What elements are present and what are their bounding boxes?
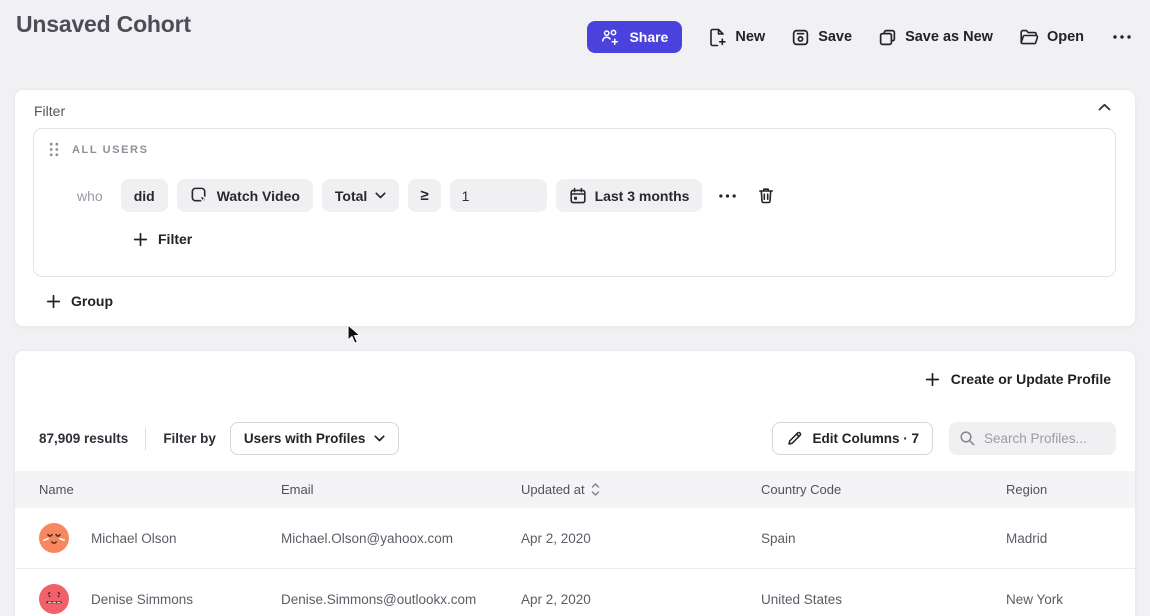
avatar xyxy=(39,523,69,553)
ellipsis-icon xyxy=(718,193,737,199)
filter-panel-title: Filter xyxy=(34,103,65,119)
operator-selector-label: ≥ xyxy=(420,187,428,204)
more-actions-button[interactable] xyxy=(1110,32,1134,42)
drag-handle-icon[interactable] xyxy=(49,142,59,157)
sort-icon xyxy=(591,483,600,496)
filter-group: ALL USERS who did Watch Video Total xyxy=(33,128,1116,277)
search-icon xyxy=(959,430,976,447)
folder-icon xyxy=(1019,28,1039,46)
group-header: ALL USERS xyxy=(49,142,149,157)
results-panel: Create or Update Profile 87,909 results … xyxy=(14,350,1136,616)
column-header-region[interactable]: Region xyxy=(1006,482,1135,497)
create-or-update-profile-label: Create or Update Profile xyxy=(951,371,1111,387)
column-header-name[interactable]: Name xyxy=(39,482,281,497)
column-header-updated-at[interactable]: Updated at xyxy=(521,482,761,497)
collapse-filter-button[interactable] xyxy=(1098,103,1111,112)
avatar xyxy=(39,584,69,614)
search-profiles-input[interactable] xyxy=(984,431,1106,446)
create-or-update-profile-button[interactable]: Create or Update Profile xyxy=(925,371,1111,387)
new-document-icon xyxy=(708,27,727,47)
aggregation-selector[interactable]: Total xyxy=(322,179,399,212)
save-button[interactable]: Save xyxy=(791,28,852,47)
search-profiles-box[interactable] xyxy=(949,422,1116,455)
header-toolbar: Share New Save Save as New xyxy=(587,21,1134,53)
event-selector-label: Watch Video xyxy=(217,188,300,204)
calendar-icon xyxy=(569,187,587,205)
results-toolbar: 87,909 results Filter by Users with Prof… xyxy=(39,422,1116,455)
table-body: Michael Olson Michael.Olson@yahoox.com A… xyxy=(15,508,1135,616)
plus-icon xyxy=(925,372,940,387)
add-filter-button-label: Filter xyxy=(158,231,192,247)
add-group-button[interactable]: Group xyxy=(46,293,113,309)
filter-by-label: Filter by xyxy=(163,431,216,446)
condition-more-button[interactable] xyxy=(716,191,739,201)
aggregation-selector-label: Total xyxy=(335,188,367,204)
ellipsis-icon xyxy=(1112,34,1132,40)
date-range-selector[interactable]: Last 3 months xyxy=(556,179,703,212)
event-icon xyxy=(190,186,209,205)
profile-name: Michael Olson xyxy=(91,531,177,546)
save-icon xyxy=(791,28,810,47)
open-button[interactable]: Open xyxy=(1019,28,1084,46)
plus-icon xyxy=(46,294,61,309)
delete-condition-button[interactable] xyxy=(755,184,777,207)
column-header-country-code[interactable]: Country Code xyxy=(761,482,1006,497)
cohort-builder-app: { "window": { "title": "Unsaved Cohort" … xyxy=(0,0,1150,616)
threshold-input[interactable] xyxy=(450,179,547,212)
did-selector[interactable]: did xyxy=(121,179,168,212)
who-label: who xyxy=(77,188,103,204)
save-as-new-button-label: Save as New xyxy=(905,29,993,45)
profiles-filter-value: Users with Profiles xyxy=(244,431,366,446)
table-row[interactable]: Denise Simmons Denise.Simmons@outlookx.c… xyxy=(15,569,1135,616)
add-group-button-label: Group xyxy=(71,293,113,309)
profile-country: United States xyxy=(761,592,1006,607)
copy-icon xyxy=(878,28,897,47)
date-range-selector-label: Last 3 months xyxy=(595,188,690,204)
share-button[interactable]: Share xyxy=(587,21,682,53)
chevron-up-icon xyxy=(1098,103,1111,112)
group-label: ALL USERS xyxy=(72,144,149,156)
column-header-email[interactable]: Email xyxy=(281,482,521,497)
profile-region: Madrid xyxy=(1006,531,1135,546)
add-users-icon xyxy=(601,29,620,46)
profile-email: Michael.Olson@yahoox.com xyxy=(281,531,521,546)
column-header-updated-at-label: Updated at xyxy=(521,482,585,497)
profile-name: Denise Simmons xyxy=(91,592,193,607)
pencil-icon xyxy=(786,430,803,447)
did-selector-label: did xyxy=(134,188,155,204)
trash-icon xyxy=(757,186,775,205)
divider xyxy=(145,428,146,450)
profile-updated: Apr 2, 2020 xyxy=(521,592,761,607)
filter-panel: Filter ALL USERS who did xyxy=(14,89,1136,327)
new-button[interactable]: New xyxy=(708,27,765,47)
plus-icon xyxy=(133,232,148,247)
results-count: 87,909 results xyxy=(39,431,128,446)
page-title: Unsaved Cohort xyxy=(16,11,191,38)
filter-condition-row: who did Watch Video Total xyxy=(77,179,777,212)
share-button-label: Share xyxy=(629,29,668,45)
operator-selector[interactable]: ≥ xyxy=(408,179,440,212)
profile-email: Denise.Simmons@outlookx.com xyxy=(281,592,521,607)
mouse-cursor xyxy=(347,324,362,345)
add-filter-button[interactable]: Filter xyxy=(133,231,192,247)
table-header: Name Email Updated at Country Code Regio… xyxy=(15,471,1135,508)
new-button-label: New xyxy=(735,29,765,45)
chevron-down-icon xyxy=(375,192,386,199)
profiles-filter-dropdown[interactable]: Users with Profiles xyxy=(230,422,400,455)
open-button-label: Open xyxy=(1047,29,1084,45)
edit-columns-button[interactable]: Edit Columns · 7 xyxy=(772,422,933,455)
event-selector[interactable]: Watch Video xyxy=(177,179,313,212)
save-button-label: Save xyxy=(818,29,852,45)
profile-updated: Apr 2, 2020 xyxy=(521,531,761,546)
chevron-down-icon xyxy=(374,435,385,442)
table-row[interactable]: Michael Olson Michael.Olson@yahoox.com A… xyxy=(15,508,1135,569)
profile-country: Spain xyxy=(761,531,1006,546)
save-as-new-button[interactable]: Save as New xyxy=(878,28,993,47)
profile-region: New York xyxy=(1006,592,1135,607)
edit-columns-label: Edit Columns · 7 xyxy=(812,431,919,446)
